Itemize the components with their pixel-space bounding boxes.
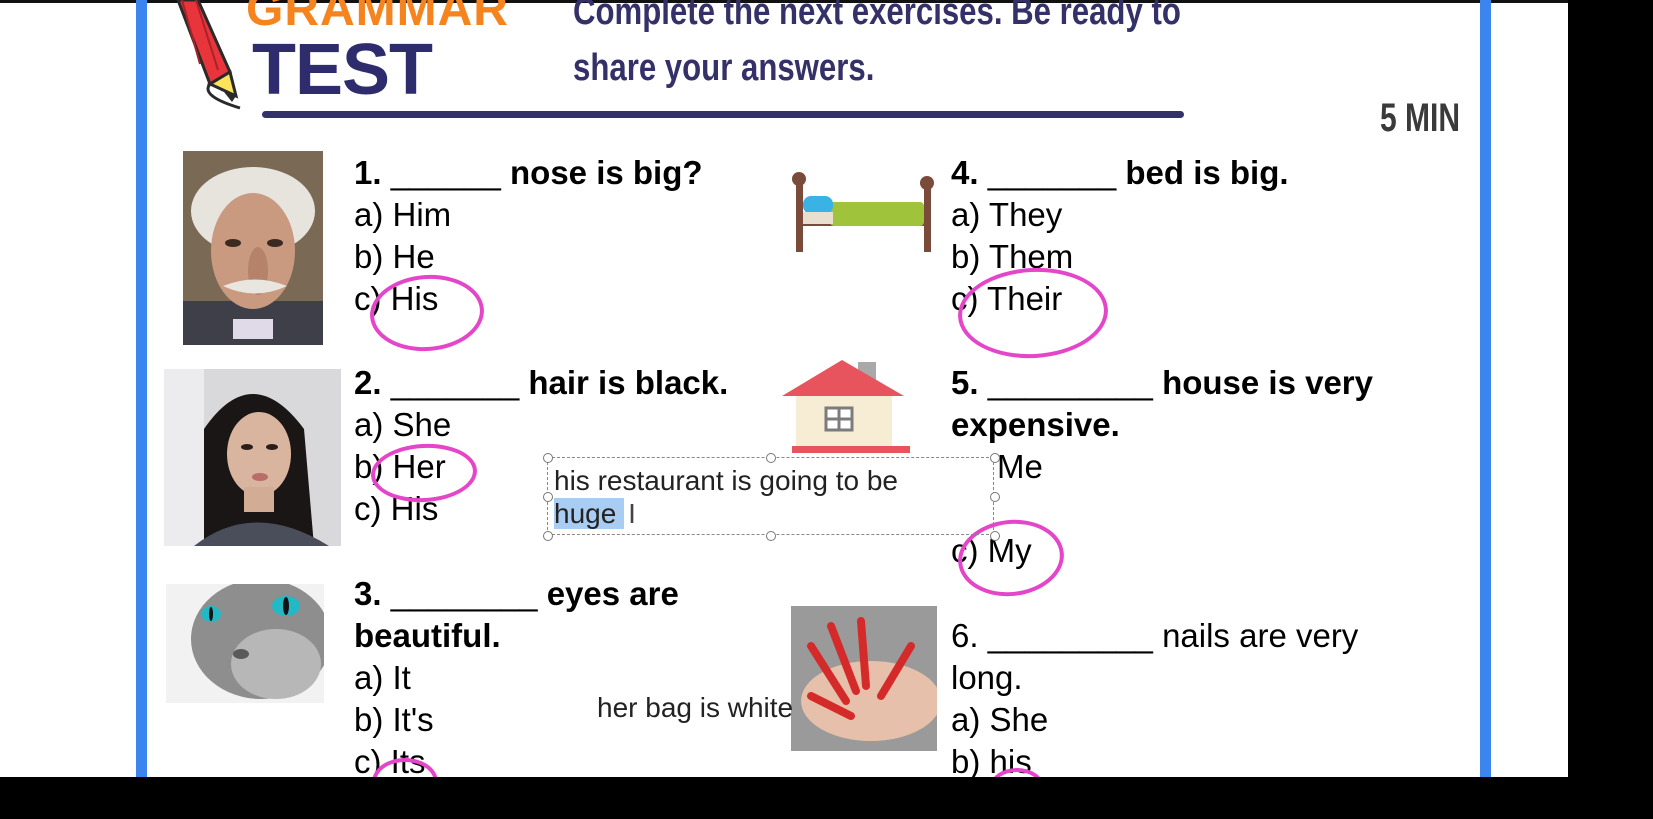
- question-1-number: 1.: [354, 154, 382, 191]
- question-5-number: 5.: [951, 364, 979, 401]
- text-cursor-icon: I: [628, 498, 636, 529]
- resize-handle-bottom-right[interactable]: [990, 531, 1000, 541]
- timer-label: 5 MIN: [1380, 96, 1461, 140]
- slide-canvas: GRAMMAR TEST Complete the next exercises…: [0, 0, 1568, 777]
- left-blue-border: [136, 0, 147, 777]
- cat-photo: [166, 584, 324, 703]
- pencil-icon: [176, 0, 241, 110]
- floating-text-note[interactable]: her bag is white: [597, 692, 793, 724]
- question-6-stem-continued: long.: [951, 659, 1023, 696]
- question-2-option-a: a) She: [354, 406, 452, 443]
- question-1-blank: ______: [390, 154, 501, 191]
- brand-grammar: GRAMMAR: [246, 0, 509, 36]
- question-1-option-a: a) Him: [354, 196, 452, 233]
- question-2-stem: hair is black.: [528, 364, 729, 401]
- resize-handle-bottom-left[interactable]: [543, 531, 553, 541]
- bed-icon: [792, 172, 934, 252]
- question-5-blank: _________: [987, 364, 1153, 401]
- einstein-photo: [183, 151, 323, 345]
- question-5-stem-continued: expensive.: [951, 406, 1120, 443]
- resize-handle-top-left[interactable]: [543, 453, 553, 463]
- question-6-blank: _________: [987, 617, 1153, 654]
- question-4-blank: _______: [987, 154, 1117, 191]
- question-4-stem: bed is big.: [1125, 154, 1289, 191]
- question-5-option-b: Me: [997, 448, 1043, 485]
- resize-handle-top-right[interactable]: [990, 453, 1000, 463]
- question-6-stem: nails are very: [1162, 617, 1359, 654]
- question-4-option-b: b) Them: [951, 238, 1074, 275]
- resize-handle-right[interactable]: [990, 492, 1000, 502]
- question-6: 6. _________ nails are very long. a) She…: [951, 615, 1358, 777]
- question-3-stem: eyes are: [546, 575, 679, 612]
- question-5-stem: house is very: [1162, 364, 1374, 401]
- question-3-stem-continued: beautiful.: [354, 617, 501, 654]
- question-4-number: 4.: [951, 154, 979, 191]
- question-2-number: 2.: [354, 364, 382, 401]
- question-1-stem: nose is big?: [510, 154, 703, 191]
- instructions-text: Complete the next exercises. Be ready to…: [573, 0, 1181, 89]
- house-icon: [782, 360, 910, 453]
- editable-text-box[interactable]: his restaurant is going to be huge I: [547, 457, 994, 535]
- header-underline: [262, 111, 1184, 118]
- selected-text[interactable]: huge: [554, 498, 625, 529]
- woman-photo: [164, 369, 341, 546]
- question-4-option-a: a) They: [951, 196, 1063, 233]
- text-box-line-1: his restaurant is going to be: [554, 465, 898, 496]
- question-6-number: 6.: [951, 617, 979, 654]
- resize-handle-top[interactable]: [766, 453, 776, 463]
- nails-photo: [791, 606, 937, 751]
- right-blue-border: [1480, 0, 1491, 777]
- resize-handle-bottom[interactable]: [766, 531, 776, 541]
- question-6-option-a: a) She: [951, 701, 1049, 738]
- question-1-option-b: b) He: [354, 238, 435, 275]
- resize-handle-left[interactable]: [543, 492, 553, 502]
- question-3: 3. ________ eyes are beautiful. a) It b)…: [354, 573, 679, 777]
- question-2-blank: _______: [390, 364, 520, 401]
- question-3-number: 3.: [354, 575, 382, 612]
- brand-test: TEST: [252, 30, 433, 110]
- question-3-blank: ________: [390, 575, 538, 612]
